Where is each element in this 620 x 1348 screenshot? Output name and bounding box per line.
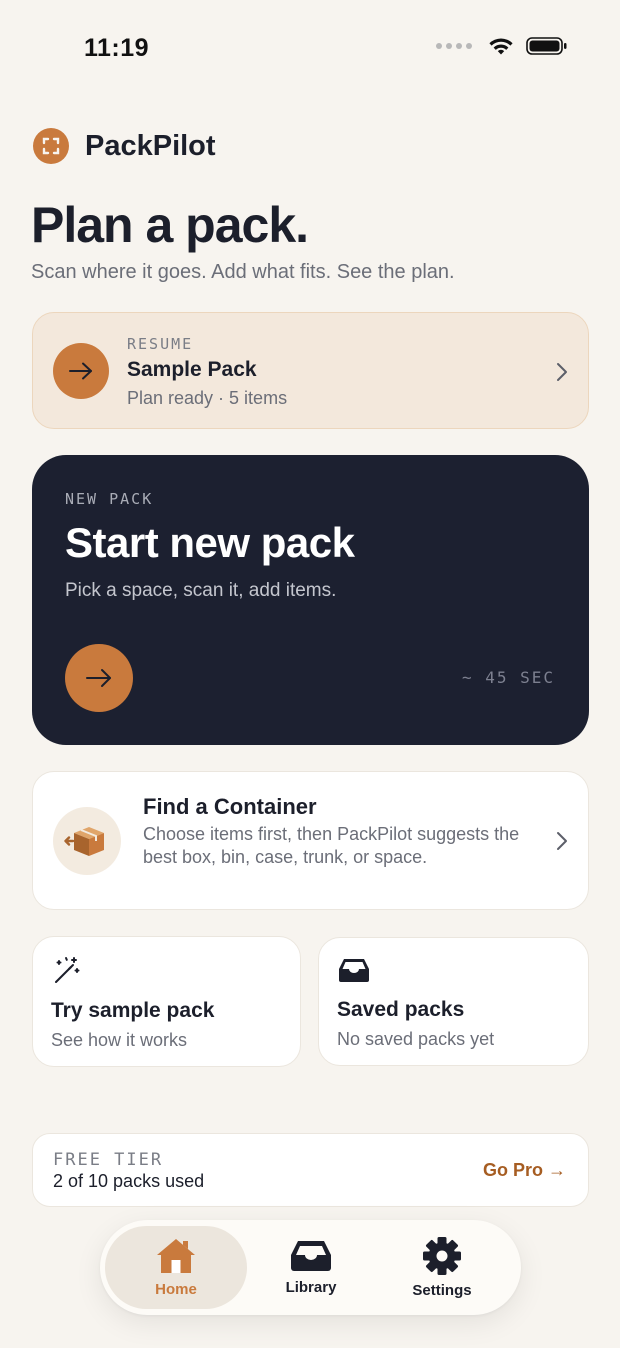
new-pack-eyebrow: NEW PACK — [65, 490, 154, 508]
pack-usage-text: 2 of 10 packs used — [53, 1171, 205, 1191]
status-indicators — [436, 36, 568, 56]
tab-settings[interactable]: Settings — [371, 1226, 513, 1309]
find-container-card[interactable]: Find a Container Choose items first, the… — [32, 771, 589, 910]
find-container-description: Choose items first, then PackPilot sugge… — [143, 824, 520, 867]
arrow-right-icon — [69, 362, 92, 380]
home-screen: 11:19 PackPilot Plan a pack. Scan where … — [0, 0, 620, 1348]
resume-arrow-button[interactable] — [53, 343, 109, 399]
tab-library-label: Library — [285, 1279, 337, 1296]
saved-packs-title: Saved packs — [337, 998, 465, 1021]
try-sample-pack-card[interactable]: Try sample pack See how it works — [32, 936, 301, 1067]
magic-wand-icon — [55, 957, 80, 983]
page-subtitle: Scan where it goes. Add what fits. See t… — [31, 261, 455, 283]
signal-dots-icon — [436, 43, 472, 49]
chevron-right-icon — [557, 363, 567, 381]
gear-icon — [423, 1237, 461, 1275]
package-icon — [53, 807, 121, 875]
chevron-right-icon — [557, 832, 567, 850]
battery-icon — [526, 37, 567, 55]
resume-pack-card[interactable]: RESUME Sample Pack Plan ready · 5 items — [32, 312, 589, 429]
tab-library[interactable]: Library — [240, 1226, 382, 1309]
go-pro-link[interactable]: Go Pro → — [483, 1160, 566, 1181]
status-time: 11:19 — [84, 34, 150, 62]
tray-icon — [291, 1241, 331, 1271]
arrow-right-icon — [86, 669, 111, 687]
wifi-icon — [489, 38, 513, 55]
start-new-pack-button[interactable] — [65, 644, 133, 712]
packpilot-logo-icon — [33, 128, 69, 164]
tab-home[interactable]: Home — [105, 1226, 247, 1309]
saved-packs-description: No saved packs yet — [337, 1029, 495, 1049]
resume-title: Sample Pack — [127, 358, 257, 381]
new-pack-description: Pick a space, scan it, add items. — [65, 580, 337, 601]
tab-bar: Home Library Settings — [100, 1220, 521, 1315]
free-tier-eyebrow: FREE TIER — [53, 1150, 164, 1170]
page-title: Plan a pack. — [31, 197, 309, 253]
house-icon — [157, 1239, 195, 1273]
brand-header: PackPilot — [33, 128, 216, 164]
saved-packs-card[interactable]: Saved packs No saved packs yet — [318, 937, 589, 1066]
free-tier-banner: FREE TIER 2 of 10 packs used Go Pro → — [32, 1133, 589, 1207]
tab-settings-label: Settings — [412, 1282, 472, 1299]
sample-pack-description: See how it works — [51, 1030, 188, 1050]
brand-name: PackPilot — [85, 129, 216, 162]
estimated-duration: ~ 45 SEC — [461, 668, 555, 687]
resume-meta: Plan ready · 5 items — [127, 388, 288, 408]
tab-home-label: Home — [155, 1281, 197, 1298]
find-container-title: Find a Container — [143, 794, 317, 819]
sample-pack-title: Try sample pack — [51, 999, 215, 1022]
new-pack-title: Start new pack — [65, 519, 355, 566]
resume-eyebrow: RESUME — [127, 335, 194, 353]
tray-icon — [339, 959, 369, 982]
start-new-pack-card[interactable]: NEW PACK Start new pack Pick a space, sc… — [32, 455, 589, 745]
